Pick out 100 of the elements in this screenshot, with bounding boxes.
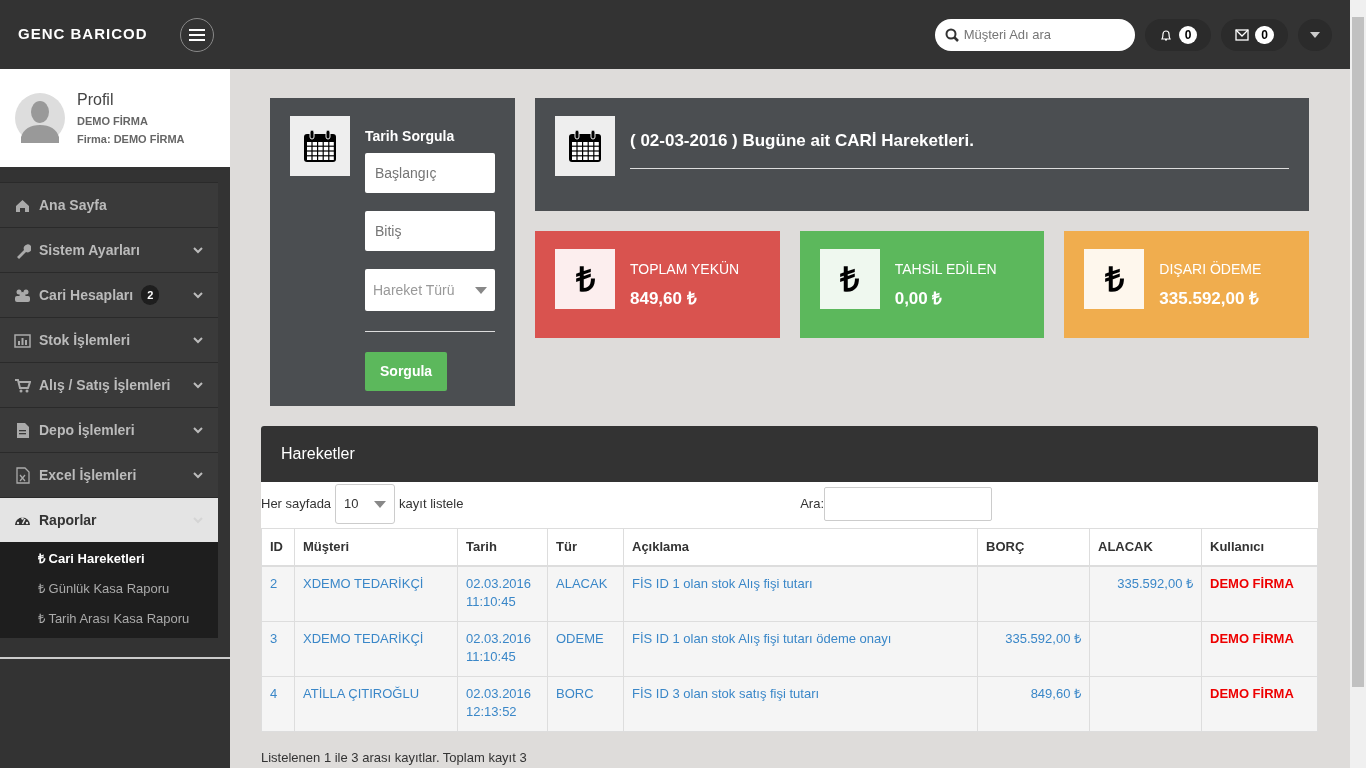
count-badge: 2 — [141, 284, 160, 306]
table-cell: 849,60 ₺ — [977, 676, 1090, 731]
stat-value: 849,60 ₺ — [630, 288, 698, 310]
menu-item[interactable]: Ana Sayfa — [0, 182, 218, 227]
calendar-icon — [567, 129, 603, 163]
table-cell[interactable]: XDEMO TEDARİKÇİ — [294, 621, 458, 676]
date-field[interactable]: Başlangıç — [365, 153, 495, 193]
submenu-item[interactable]: ₺ Günlük Kasa Raporu — [0, 574, 218, 604]
menu-item[interactable]: Sistem Ayarları — [0, 227, 218, 272]
table-search-field[interactable] — [824, 487, 992, 521]
stat-label: TAHSİL EDİLEN — [894, 260, 997, 279]
date-field[interactable]: Bitiş — [365, 211, 495, 251]
stat-value: 0,00 ₺ — [894, 288, 944, 310]
calendar-icon — [302, 129, 338, 163]
table-title: Hareketler — [261, 426, 1318, 482]
profile-title: Profil — [77, 90, 115, 110]
page-size-select[interactable]: 10 — [335, 484, 396, 524]
table-cell[interactable]: ATİLLA ÇITIROĞLU — [294, 676, 458, 731]
caret-icon — [475, 286, 487, 294]
menu-item[interactable]: Raporlar — [0, 497, 218, 542]
chevron-down-icon — [192, 379, 204, 391]
table-cell: FİS ID 1 olan stok Alış fişi tutarı ödeme onayı — [623, 621, 978, 676]
menu-item[interactable]: Excel İşlemleri — [0, 452, 218, 497]
count-badge: 0 — [1178, 25, 1198, 44]
search-field[interactable]: Müşteri Adı ara — [934, 18, 1135, 51]
column-header[interactable]: Tür — [547, 528, 624, 566]
document-icon — [14, 421, 31, 439]
column-header[interactable]: Kullanıcı — [1201, 528, 1318, 566]
table-cell: ODEME — [547, 621, 624, 676]
lira-symbol: ₺ — [555, 249, 615, 309]
stat-label: DIŞARI ÖDEME — [1159, 260, 1262, 279]
chevron-down-icon — [192, 334, 204, 346]
table-cell: FİS ID 3 olan stok satış fişi tutarı — [623, 676, 978, 731]
bar-chart-icon — [14, 331, 31, 349]
scrollbar[interactable] — [1350, 0, 1366, 768]
menu-label: Raporlar — [39, 510, 97, 530]
brand-logo: GENC BARICOD — [18, 24, 148, 45]
column-header[interactable]: Açıklama — [623, 528, 978, 566]
length-label: Her sayfada — [261, 495, 332, 514]
chevron-down-icon — [192, 469, 204, 481]
menu-label: Depo İşlemleri — [39, 420, 135, 440]
cart-icon — [14, 376, 31, 394]
stat-label: TOPLAM YEKÜN — [630, 260, 740, 279]
column-header[interactable]: ID — [261, 528, 295, 566]
table-cell: 2 — [261, 565, 295, 621]
table-cell[interactable]: XDEMO TEDARİKÇİ — [294, 565, 458, 621]
column-header[interactable]: BORÇ — [977, 528, 1090, 566]
search-label: Ara: — [800, 495, 824, 514]
header-title: ( 02-03-2016 ) Bugüne ait CARİ Hareketleri. — [630, 116, 1289, 169]
menu-item[interactable]: Cari Hesapları 2 — [0, 272, 218, 317]
menu-item[interactable]: Alış / Satış İşlemleri — [0, 362, 218, 407]
chevron-down-icon — [192, 289, 204, 301]
lira-symbol: ₺ — [1084, 249, 1145, 309]
bell-icon — [1158, 27, 1173, 42]
table-cell: ALACAK — [547, 565, 624, 621]
table-cell: BORC — [547, 676, 624, 731]
notifications-button[interactable]: 0 — [1144, 18, 1212, 51]
menu-label: Stok İşlemleri — [39, 330, 131, 350]
avatar-icon — [15, 93, 65, 143]
search-icon — [944, 27, 959, 42]
table-cell: DEMO FİRMA — [1201, 621, 1318, 676]
table-cell: 02.03.2016 11:10:45 — [457, 565, 548, 621]
table-cell: DEMO FİRMA — [1201, 676, 1318, 731]
menu-label: Cari Hesapları — [39, 285, 134, 305]
panel-title: Tarih Sorgula — [365, 127, 456, 146]
column-header[interactable]: Tarih — [457, 528, 548, 566]
chevron-down-icon — [192, 244, 204, 256]
table-cell: FİS ID 1 olan stok Alış fişi tutarı — [623, 565, 978, 621]
column-header[interactable]: ALACAK — [1089, 528, 1202, 566]
caret-icon — [374, 500, 387, 508]
submenu-item[interactable]: ₺ Cari Hareketleri — [0, 544, 218, 574]
stat-value: 335.592,00 ₺ — [1159, 288, 1261, 310]
lira-symbol: ₺ — [819, 249, 880, 309]
table-cell: 4 — [261, 676, 295, 731]
table-info: Listelenen 1 ile 3 arası kayıtlar. Toplam kayıt 3 — [261, 749, 528, 766]
menu-label: Ana Sayfa — [39, 195, 107, 215]
profile-name: DEMO FİRMA — [77, 114, 149, 129]
table-cell: DEMO FİRMA — [1201, 565, 1318, 621]
messages-button[interactable]: 0 — [1221, 18, 1288, 51]
spreadsheet-icon — [14, 466, 31, 484]
table-cell: 02.03.2016 11:10:45 — [457, 621, 548, 676]
length-label: kayıt listele — [399, 495, 464, 514]
menu-icon — [189, 27, 205, 42]
table-cell: 3 — [261, 621, 295, 676]
envelope-icon — [1235, 28, 1250, 41]
column-header[interactable]: Müşteri — [294, 528, 458, 566]
chevron-down-icon — [192, 424, 204, 436]
caret-icon — [1310, 31, 1320, 38]
menu-label: Alış / Satış İşlemleri — [39, 375, 171, 395]
menu-item[interactable]: Depo İşlemleri — [0, 407, 218, 452]
count-badge: 0 — [1255, 25, 1274, 44]
dropdown-button[interactable] — [1298, 18, 1332, 51]
table-cell: 335.592,00 ₺ — [1089, 565, 1202, 621]
menu-label: Sistem Ayarları — [39, 240, 140, 260]
submenu-item[interactable]: ₺ Tarih Arası Kasa Raporu — [0, 604, 218, 634]
menu-item[interactable]: Stok İşlemleri — [0, 317, 218, 362]
menu-label: Excel İşlemleri — [39, 465, 137, 485]
table-cell: 02.03.2016 12:13:52 — [457, 676, 548, 731]
table-cell: 335.592,00 ₺ — [977, 621, 1090, 676]
company-name: Firma: DEMO FİRMA — [77, 132, 185, 147]
